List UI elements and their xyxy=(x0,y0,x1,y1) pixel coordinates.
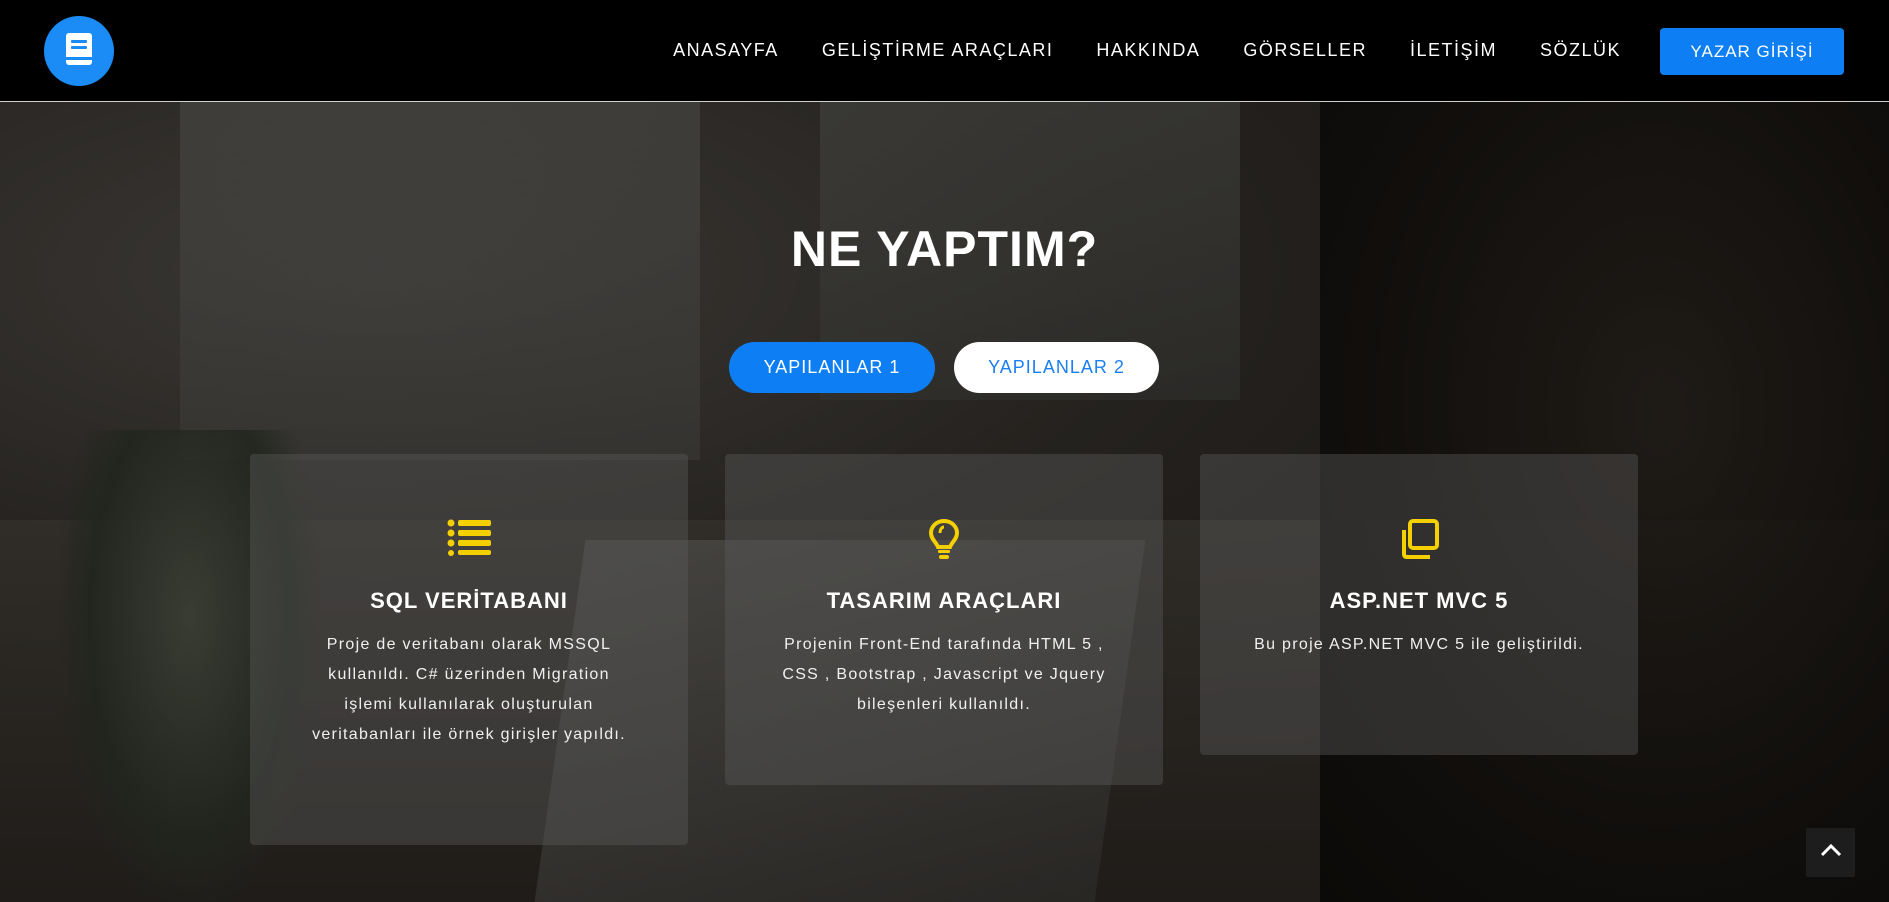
list-icon xyxy=(447,518,491,561)
tab-yapilanlar-2[interactable]: YAPILANLAR 2 xyxy=(954,342,1159,393)
card-text: Projenin Front-End tarafında HTML 5 , CS… xyxy=(782,636,1106,713)
logo[interactable] xyxy=(44,16,114,86)
lightbulb-icon xyxy=(928,518,960,565)
feature-card-sql: SQL VERİTABANI Proje de veritabanı olara… xyxy=(250,454,688,845)
navbar: ANASAYFA GELİŞTİRME ARAÇLARI HAKKINDA GÖ… xyxy=(0,0,1889,102)
nav-link-sozluk[interactable]: SÖZLÜK xyxy=(1540,40,1621,61)
feature-card-aspnet: ASP.NET MVC 5 Bu proje ASP.NET MVC 5 ile… xyxy=(1200,454,1638,755)
nav-link-hakkinda[interactable]: HAKKINDA xyxy=(1096,40,1200,61)
nav-link-gelistirme-araclari[interactable]: GELİŞTİRME ARAÇLARI xyxy=(822,40,1054,61)
feature-card-design-tools: TASARIM ARAÇLARI Projenin Front-End tara… xyxy=(725,454,1163,785)
tab-group: YAPILANLAR 1 YAPILANLAR 2 xyxy=(729,342,1159,393)
card-title: TASARIM ARAÇLARI xyxy=(826,588,1062,613)
card-text: Proje de veritabanı olarak MSSQL kullanı… xyxy=(312,636,626,743)
author-login-button[interactable]: YAZAR GİRİŞİ xyxy=(1660,28,1844,75)
book-icon xyxy=(62,31,96,72)
card-title: ASP.NET MVC 5 xyxy=(1329,588,1509,613)
nav-link-anasayfa[interactable]: ANASAYFA xyxy=(673,40,779,61)
nav-link-gorseller[interactable]: GÖRSELLER xyxy=(1243,40,1367,61)
scroll-to-top-button[interactable] xyxy=(1806,828,1855,877)
nav-link-iletisim[interactable]: İLETİŞİM xyxy=(1410,40,1497,61)
card-text: Bu proje ASP.NET MVC 5 ile geliştirildi. xyxy=(1254,636,1584,653)
card-title: SQL VERİTABANI xyxy=(370,588,568,613)
chevron-up-icon xyxy=(1820,843,1842,862)
copy-icon xyxy=(1398,518,1440,565)
tab-yapilanlar-1[interactable]: YAPILANLAR 1 xyxy=(729,342,935,393)
section-title: NE YAPTIM? xyxy=(790,221,1099,277)
nav-menu: ANASAYFA GELİŞTİRME ARAÇLARI HAKKINDA GÖ… xyxy=(630,0,1621,101)
